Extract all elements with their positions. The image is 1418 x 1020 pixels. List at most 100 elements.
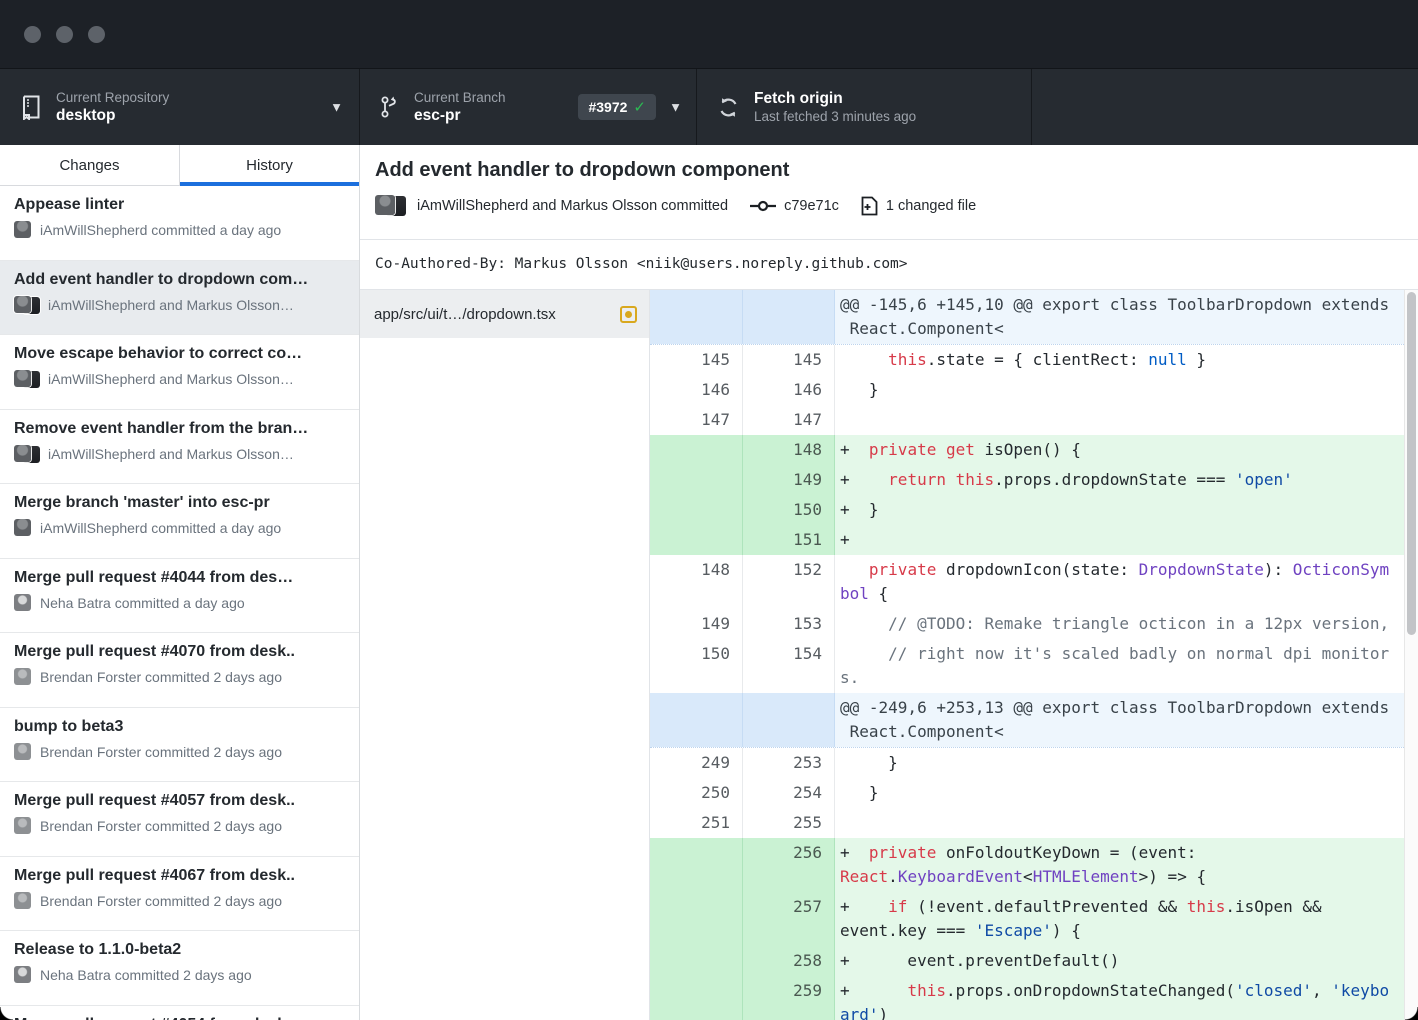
current-branch-button[interactable]: Current Branch esc-pr #3972 ✓ ▼: [360, 69, 697, 145]
diff-code: +: [835, 525, 1418, 555]
avatar: [14, 966, 31, 983]
code-token: .: [888, 867, 898, 886]
branch-label: Current Branch: [414, 89, 506, 106]
diff-row: @@ -145,6 +145,10 @@ export class Toolba…: [650, 290, 1418, 345]
scrollbar-thumb[interactable]: [1407, 292, 1416, 635]
pull-request-badge[interactable]: #3972 ✓: [578, 94, 656, 120]
diff-old-line-number: 145: [650, 345, 743, 375]
diff-code-line: + }: [840, 498, 1418, 522]
diff-old-line-number: [650, 693, 743, 747]
commit-item-title: Merge pull request #4057 from desk..: [14, 792, 345, 810]
avatar-group: [14, 221, 32, 239]
code-token: .props.dropdownState ===: [994, 470, 1235, 489]
app-window: Current Repository desktop ▼ Current Bra…: [0, 0, 1418, 1020]
commit-list-item[interactable]: Merge pull request #4067 from desk..Bren…: [0, 857, 359, 932]
commit-list-item[interactable]: Move escape behavior to correct co…iAmWi…: [0, 335, 359, 410]
current-repository-button[interactable]: Current Repository desktop ▼: [0, 69, 360, 145]
code-token: private: [869, 843, 936, 862]
code-token: + event.preventDefault(): [840, 951, 1119, 970]
commit-list-item[interactable]: Add event handler to dropdown com… iAmWil…: [0, 261, 359, 336]
changed-file-icon: [861, 196, 878, 216]
diff-row: 151+: [650, 525, 1418, 555]
code-token: }: [840, 753, 898, 772]
commit-item-meta: Brendan Forster committed 2 days ago: [14, 743, 345, 761]
diff-code: + this.props.onDropdownStateChanged('clo…: [835, 976, 1418, 1020]
code-token: ) {: [1052, 921, 1081, 940]
commit-list-item[interactable]: Appease linteriAmWillShepherd committed …: [0, 186, 359, 261]
code-token: }: [1187, 350, 1206, 369]
avatar: [14, 743, 31, 760]
avatar-group: [14, 370, 40, 388]
diff-code-line: s.: [840, 666, 1418, 690]
close-window-button[interactable]: [24, 26, 41, 43]
commit-list-item[interactable]: Merge pull request #4054 from desk..: [0, 1006, 359, 1020]
commit-list-item[interactable]: Merge branch 'master' into esc-priAmWill…: [0, 484, 359, 559]
code-token: ): [879, 1005, 889, 1020]
diff-code-line: React.KeyboardEvent<HTMLElement>) => {: [840, 865, 1418, 889]
fetch-origin-button[interactable]: Fetch origin Last fetched 3 minutes ago: [697, 69, 1032, 145]
chevron-down-icon: ▼: [669, 100, 682, 115]
commit-detail-pane: Add event handler to dropdown component …: [360, 145, 1418, 1020]
tab-changes[interactable]: Changes: [0, 145, 180, 185]
commit-item-meta: iAmWillShepherd committed a day ago: [14, 519, 345, 537]
diff-new-line-number: 148: [743, 435, 835, 465]
avatar-group: [14, 445, 40, 463]
commit-item-meta-text: Brendan Forster committed 2 days ago: [40, 893, 282, 909]
commit-sha[interactable]: c79e71c: [784, 198, 839, 214]
avatar: [14, 594, 31, 611]
diff-row: 148152 private dropdownIcon(state: Dropd…: [650, 555, 1418, 609]
avatar: [14, 296, 31, 313]
commit-list-item[interactable]: Release to 1.1.0-beta2Neha Batra committ…: [0, 931, 359, 1006]
diff-code-line: + private get isOpen() {: [840, 438, 1418, 462]
avatar-group: [14, 817, 32, 835]
code-token: isOpen() {: [975, 440, 1081, 459]
code-token: s.: [840, 668, 859, 687]
commit-item-meta: iAmWillShepherd and Markus Olsson…: [14, 296, 345, 314]
diff-old-line-number: [650, 465, 743, 495]
code-token: DropdownState: [1139, 560, 1264, 579]
fetch-title: Fetch origin: [754, 89, 916, 108]
diff-new-line-number: 146: [743, 375, 835, 405]
code-token: null: [1148, 350, 1187, 369]
code-token: +: [840, 897, 888, 916]
commit-list-item[interactable]: bump to beta3Brendan Forster committed 2…: [0, 708, 359, 783]
diff-old-line-number: 250: [650, 778, 743, 808]
diff-code: + return this.props.dropdownState === 'o…: [835, 465, 1418, 495]
zoom-window-button[interactable]: [88, 26, 105, 43]
commit-item-title: Merge pull request #4044 from des…: [14, 569, 345, 587]
diff-code: [835, 405, 1418, 435]
commit-list-item[interactable]: Merge pull request #4044 from des…Neha B…: [0, 559, 359, 634]
minimize-window-button[interactable]: [56, 26, 73, 43]
modified-file-icon: [620, 306, 637, 323]
code-token: [936, 440, 946, 459]
git-branch-icon: [380, 93, 400, 121]
diff-old-line-number: 147: [650, 405, 743, 435]
code-token: [840, 614, 888, 633]
diff-code: + event.preventDefault(): [835, 946, 1418, 976]
commit-item-title: Add event handler to dropdown com…: [14, 271, 345, 289]
code-token: <: [1023, 867, 1033, 886]
code-token: {: [869, 584, 888, 603]
commit-header: Add event handler to dropdown component …: [360, 145, 1418, 240]
diff-new-line-number: 153: [743, 609, 835, 639]
diff-code: + }: [835, 495, 1418, 525]
diff-row: 146146 }: [650, 375, 1418, 405]
file-list-item[interactable]: app/src/ui/t…/dropdown.tsx: [360, 290, 649, 338]
tab-history[interactable]: History: [180, 145, 359, 185]
commit-list-item[interactable]: Remove event handler from the bran…iAmWi…: [0, 410, 359, 485]
code-token: @@ -249,6 +253,13 @@ export class Toolba…: [840, 698, 1389, 717]
code-token: private: [869, 560, 936, 579]
diff-code-line: React.Component<: [840, 317, 1418, 341]
diff-row: 148+ private get isOpen() {: [650, 435, 1418, 465]
diff-old-line-number: [650, 892, 743, 946]
code-token: .isOpen &&: [1225, 897, 1321, 916]
code-token: >) => {: [1139, 867, 1206, 886]
avatar-group: [14, 668, 32, 686]
commit-list-item[interactable]: Merge pull request #4070 from desk..Bren…: [0, 633, 359, 708]
commit-list-item[interactable]: Merge pull request #4057 from desk..Bren…: [0, 782, 359, 857]
commit-item-meta-text: iAmWillShepherd and Markus Olsson…: [48, 297, 294, 313]
diff-code-line: }: [840, 378, 1418, 402]
avatar-group: [14, 966, 32, 984]
diff-row: @@ -249,6 +253,13 @@ export class Toolba…: [650, 693, 1418, 748]
diff-scrollbar[interactable]: [1404, 290, 1418, 1020]
